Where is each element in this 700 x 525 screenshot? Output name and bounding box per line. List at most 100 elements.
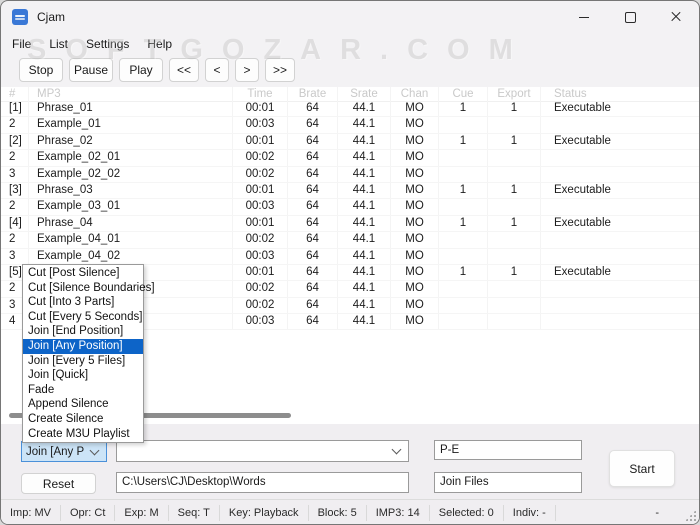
table-row[interactable]: [4]Phrase_0400:016444.1MO11Executable [1,216,699,232]
cue-cell [439,150,488,165]
menu-file[interactable]: File [3,35,40,53]
step-back-button[interactable]: < [205,58,229,82]
time-cell: 00:01 [233,101,288,116]
reset-button[interactable]: Reset [21,473,96,494]
export-cell [488,150,541,165]
brate-cell: 64 [288,314,338,329]
table-row[interactable]: 2Example_03_0100:036444.1MO [1,199,699,215]
context-menu: Cut [Post Silence]Cut [Silence Boundarie… [22,264,144,443]
context-menu-item[interactable]: Append Silence [23,397,143,412]
export-cell: 1 [488,183,541,198]
chevron-down-icon [392,445,402,455]
action-combo[interactable]: Join [Any P [21,441,107,462]
menu-list[interactable]: List [40,35,77,53]
srate-column-header: Srate [338,87,391,101]
table-row[interactable]: 3Example_02_0200:026444.1MO [1,167,699,183]
status-cell [541,298,699,313]
skip-back-button[interactable]: << [169,58,199,82]
num-cell: 2 [1,232,29,247]
table-row[interactable]: 2Example_0100:036444.1MO [1,117,699,133]
path-input[interactable]: C:\Users\CJ\Desktop\Words [116,472,409,493]
context-menu-item[interactable]: Join [Any Position] [23,339,143,354]
table-row[interactable]: 2Example_04_0100:026444.1MO [1,232,699,248]
brate-cell: 64 [288,101,338,116]
context-menu-item[interactable]: Cut [Post Silence] [23,266,143,281]
brate-cell: 64 [288,265,338,280]
table-row[interactable]: [3]Phrase_0300:016444.1MO11Executable [1,183,699,199]
name-cell: Phrase_02 [29,134,233,149]
context-menu-item[interactable]: Create M3U Playlist [23,427,143,442]
status-segment: Opr: Ct [61,505,115,521]
export-column-header: Export [488,87,541,101]
num-cell: [4] [1,216,29,231]
start-button[interactable]: Start [609,450,675,487]
table-row[interactable]: [2]Phrase_0200:016444.1MO11Executable [1,134,699,150]
context-menu-item[interactable]: Cut [Silence Boundaries] [23,281,143,296]
context-menu-item[interactable]: Cut [Into 3 Parts] [23,295,143,310]
export-cell: 1 [488,134,541,149]
context-menu-item[interactable]: Create Silence [23,412,143,427]
close-button[interactable] [653,1,699,33]
step-forward-button[interactable]: > [235,58,259,82]
output-name-input[interactable]: Join Files [434,472,582,493]
context-menu-item[interactable]: Cut [Every 5 Seconds] [23,310,143,325]
chan-cell: MO [391,117,439,132]
context-menu-item[interactable]: Fade [23,383,143,398]
status-cell [541,199,699,214]
srate-cell: 44.1 [338,232,391,247]
srate-cell: 44.1 [338,298,391,313]
brate-cell: 64 [288,117,338,132]
table-row[interactable]: [1]Phrase_0100:016444.1MO11Executable [1,101,699,117]
context-menu-item[interactable]: Join [End Position] [23,324,143,339]
cue-cell: 1 [439,183,488,198]
context-menu-item[interactable]: Join [Quick] [23,368,143,383]
num-cell: 3 [1,249,29,264]
status-cell: Executable [541,183,699,198]
cue-cell: 1 [439,216,488,231]
export-cell [488,117,541,132]
time-cell: 00:03 [233,117,288,132]
brate-cell: 64 [288,216,338,231]
chan-cell: MO [391,298,439,313]
play-button[interactable]: Play [119,58,163,82]
maximize-button[interactable] [607,1,653,33]
window-controls [561,1,699,33]
status-segment: Exp: M [115,505,168,521]
status-segment: Seq: T [169,505,220,521]
num-cell: 2 [1,150,29,165]
cue-cell: 1 [439,134,488,149]
file-combo[interactable] [116,440,409,462]
table-row[interactable]: 3Example_04_0200:036444.1MO [1,249,699,265]
status-segment: Indiv: - [504,505,556,521]
cue-cell: 1 [439,265,488,280]
name-cell: Example_03_01 [29,199,233,214]
brate-cell: 64 [288,281,338,296]
brate-cell: 64 [288,183,338,198]
export-cell: 1 [488,101,541,116]
menu-settings[interactable]: Settings [77,35,138,53]
srate-cell: 44.1 [338,101,391,116]
brate-cell: 64 [288,232,338,247]
time-cell: 00:01 [233,216,288,231]
range-input[interactable]: P-E [434,440,582,460]
brate-column-header: Brate [288,87,338,101]
cue-cell [439,232,488,247]
cue-cell [439,117,488,132]
chan-cell: MO [391,249,439,264]
num-cell: [3] [1,183,29,198]
menu-help[interactable]: Help [138,35,181,53]
context-menu-item[interactable]: Join [Every 5 Files] [23,354,143,369]
app-window: Cjam FileListSettingsHelp SOFTGOZAR.COM … [0,0,700,525]
cue-column-header: Cue [439,87,488,101]
time-cell: 00:01 [233,134,288,149]
status-cell [541,150,699,165]
table-row[interactable]: 2Example_02_0100:026444.1MO [1,150,699,166]
minimize-button[interactable] [561,1,607,33]
export-cell [488,281,541,296]
file-list-header: #MP3TimeBrateSrateChanCueExportStatus [1,87,699,102]
num-cell: 2 [1,117,29,132]
cue-cell: 1 [439,101,488,116]
skip-forward-button[interactable]: >> [265,58,295,82]
pause-button[interactable]: Pause [69,58,113,82]
stop-button[interactable]: Stop [19,58,63,82]
